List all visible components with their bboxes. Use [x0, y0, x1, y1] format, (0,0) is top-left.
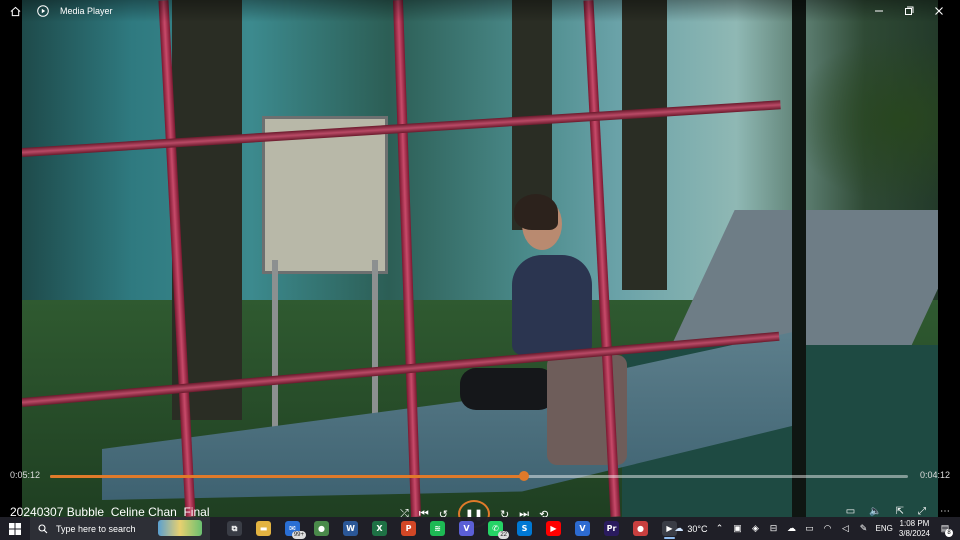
right-controls: ▭ 🔈 ⇱ ⤢ ⋯ [846, 506, 950, 517]
taskbar-app-task-view[interactable]: ⧉ [220, 517, 249, 540]
scene-person-body [512, 255, 592, 355]
captions-icon[interactable]: ▭ [846, 506, 855, 517]
taskbar-app-vpn[interactable]: V [452, 517, 481, 540]
scene-pole [792, 0, 806, 517]
excel-icon: X [372, 521, 387, 536]
cloud-sync-icon[interactable]: ☁ [786, 523, 798, 534]
maximize-button[interactable] [894, 2, 924, 20]
powerpoint-icon: P [401, 521, 416, 536]
video-frame[interactable] [22, 0, 938, 517]
home-icon[interactable] [6, 2, 24, 20]
word-icon: W [343, 521, 358, 536]
taskbar-app-mail[interactable]: ✉ 99+ [278, 517, 307, 540]
premiere-icon: Pr [604, 521, 619, 536]
weather-widget[interactable]: ☁ 30°C [674, 523, 707, 534]
search-placeholder: Type here to search [56, 523, 136, 534]
chrome-2-icon: ● [633, 521, 648, 536]
clock-date: 3/8/2024 [898, 528, 930, 538]
network-icon[interactable]: ⊟ [768, 523, 780, 534]
screen-icon[interactable]: ▣ [732, 523, 744, 534]
spotify-icon: ≋ [430, 521, 445, 536]
seek-bar[interactable] [50, 471, 908, 481]
seek-bar-progress [50, 475, 525, 478]
weather-temperature: 30°C [687, 523, 708, 534]
elapsed-time: 0:05:12 [10, 470, 41, 480]
start-button[interactable] [0, 517, 30, 540]
taskbar: Type here to search ⧉ ▬ ✉ 99+ ● W X P ≋ V ✆ 22 S ▶ V Pr… [0, 517, 960, 540]
dropbox-icon[interactable]: ◈ [750, 523, 762, 534]
taskbar-app-chrome[interactable]: ● [307, 517, 336, 540]
notification-count: 8 [945, 528, 953, 537]
system-tray: ☁ 30°C ⌃ ▣ ◈ ⊟ ☁ ▭ ◠ ◁ ✎ ENG 1:08 PM 3/8… [674, 517, 960, 540]
window-controls [864, 2, 954, 20]
language-indicator[interactable]: ENG [876, 524, 893, 533]
scene-sign-post [272, 260, 278, 440]
taskbar-app-powerpoint[interactable]: P [394, 517, 423, 540]
taskbar-app-premiere[interactable]: Pr [597, 517, 626, 540]
windows-logo-icon [9, 522, 21, 535]
app-badge: 99+ [291, 531, 306, 539]
battery-icon[interactable]: ▭ [804, 523, 816, 534]
vpn-icon: V [459, 521, 474, 536]
cloud-icon: ☁ [674, 523, 684, 533]
vegas-icon: V [575, 521, 590, 536]
taskbar-app-word[interactable]: W [336, 517, 365, 540]
taskbar-search-box[interactable]: Type here to search [30, 517, 210, 540]
scene-person-hair [514, 194, 558, 230]
taskbar-app-youtube[interactable]: ▶ [539, 517, 568, 540]
taskbar-app-skype[interactable]: S [510, 517, 539, 540]
youtube-icon: ▶ [546, 521, 561, 536]
fullscreen-icon[interactable]: ⤢ [918, 506, 926, 517]
volume-icon[interactable]: 🔈 [869, 506, 881, 517]
remaining-time: 0:04:12 [919, 470, 950, 480]
scene-bag [460, 368, 555, 410]
skype-icon: S [517, 521, 532, 536]
media-player-logo-icon [34, 2, 52, 20]
scene-tree-trunk [622, 0, 667, 290]
notification-center-button[interactable]: ▤ 8 [936, 519, 954, 539]
pen-icon[interactable]: ✎ [858, 523, 870, 534]
taskbar-app-chrome-2[interactable]: ● [626, 517, 655, 540]
taskbar-app-whatsapp[interactable]: ✆ 22 [481, 517, 510, 540]
speaker-icon[interactable]: ◁ [840, 523, 852, 534]
chevron-up-icon[interactable]: ⌃ [714, 523, 726, 534]
clock-time: 1:08 PM [899, 518, 930, 528]
search-icon [38, 523, 48, 533]
taskbar-app-file-explorer[interactable]: ▬ [249, 517, 278, 540]
file-explorer-icon: ▬ [256, 521, 271, 536]
taskbar-app-excel[interactable]: X [365, 517, 394, 540]
search-highlight-art [158, 520, 202, 536]
cast-icon[interactable]: ⇱ [896, 506, 904, 517]
title-bar: Media Player [0, 0, 960, 22]
window-title: Media Player [60, 6, 113, 16]
pinned-apps: ⧉ ▬ ✉ 99+ ● W X P ≋ V ✆ 22 S ▶ V Pr ● ▶ [220, 517, 684, 540]
more-options-icon[interactable]: ⋯ [940, 506, 950, 517]
minimize-button[interactable] [864, 2, 894, 20]
chrome-icon: ● [314, 521, 329, 536]
wifi-icon[interactable]: ◠ [822, 523, 834, 534]
taskbar-app-vegas[interactable]: V [568, 517, 597, 540]
clock[interactable]: 1:08 PM 3/8/2024 [899, 519, 930, 539]
taskbar-app-spotify[interactable]: ≋ [423, 517, 452, 540]
close-button[interactable] [924, 2, 954, 20]
app-badge: 22 [498, 531, 509, 539]
task-view-icon: ⧉ [227, 521, 242, 536]
